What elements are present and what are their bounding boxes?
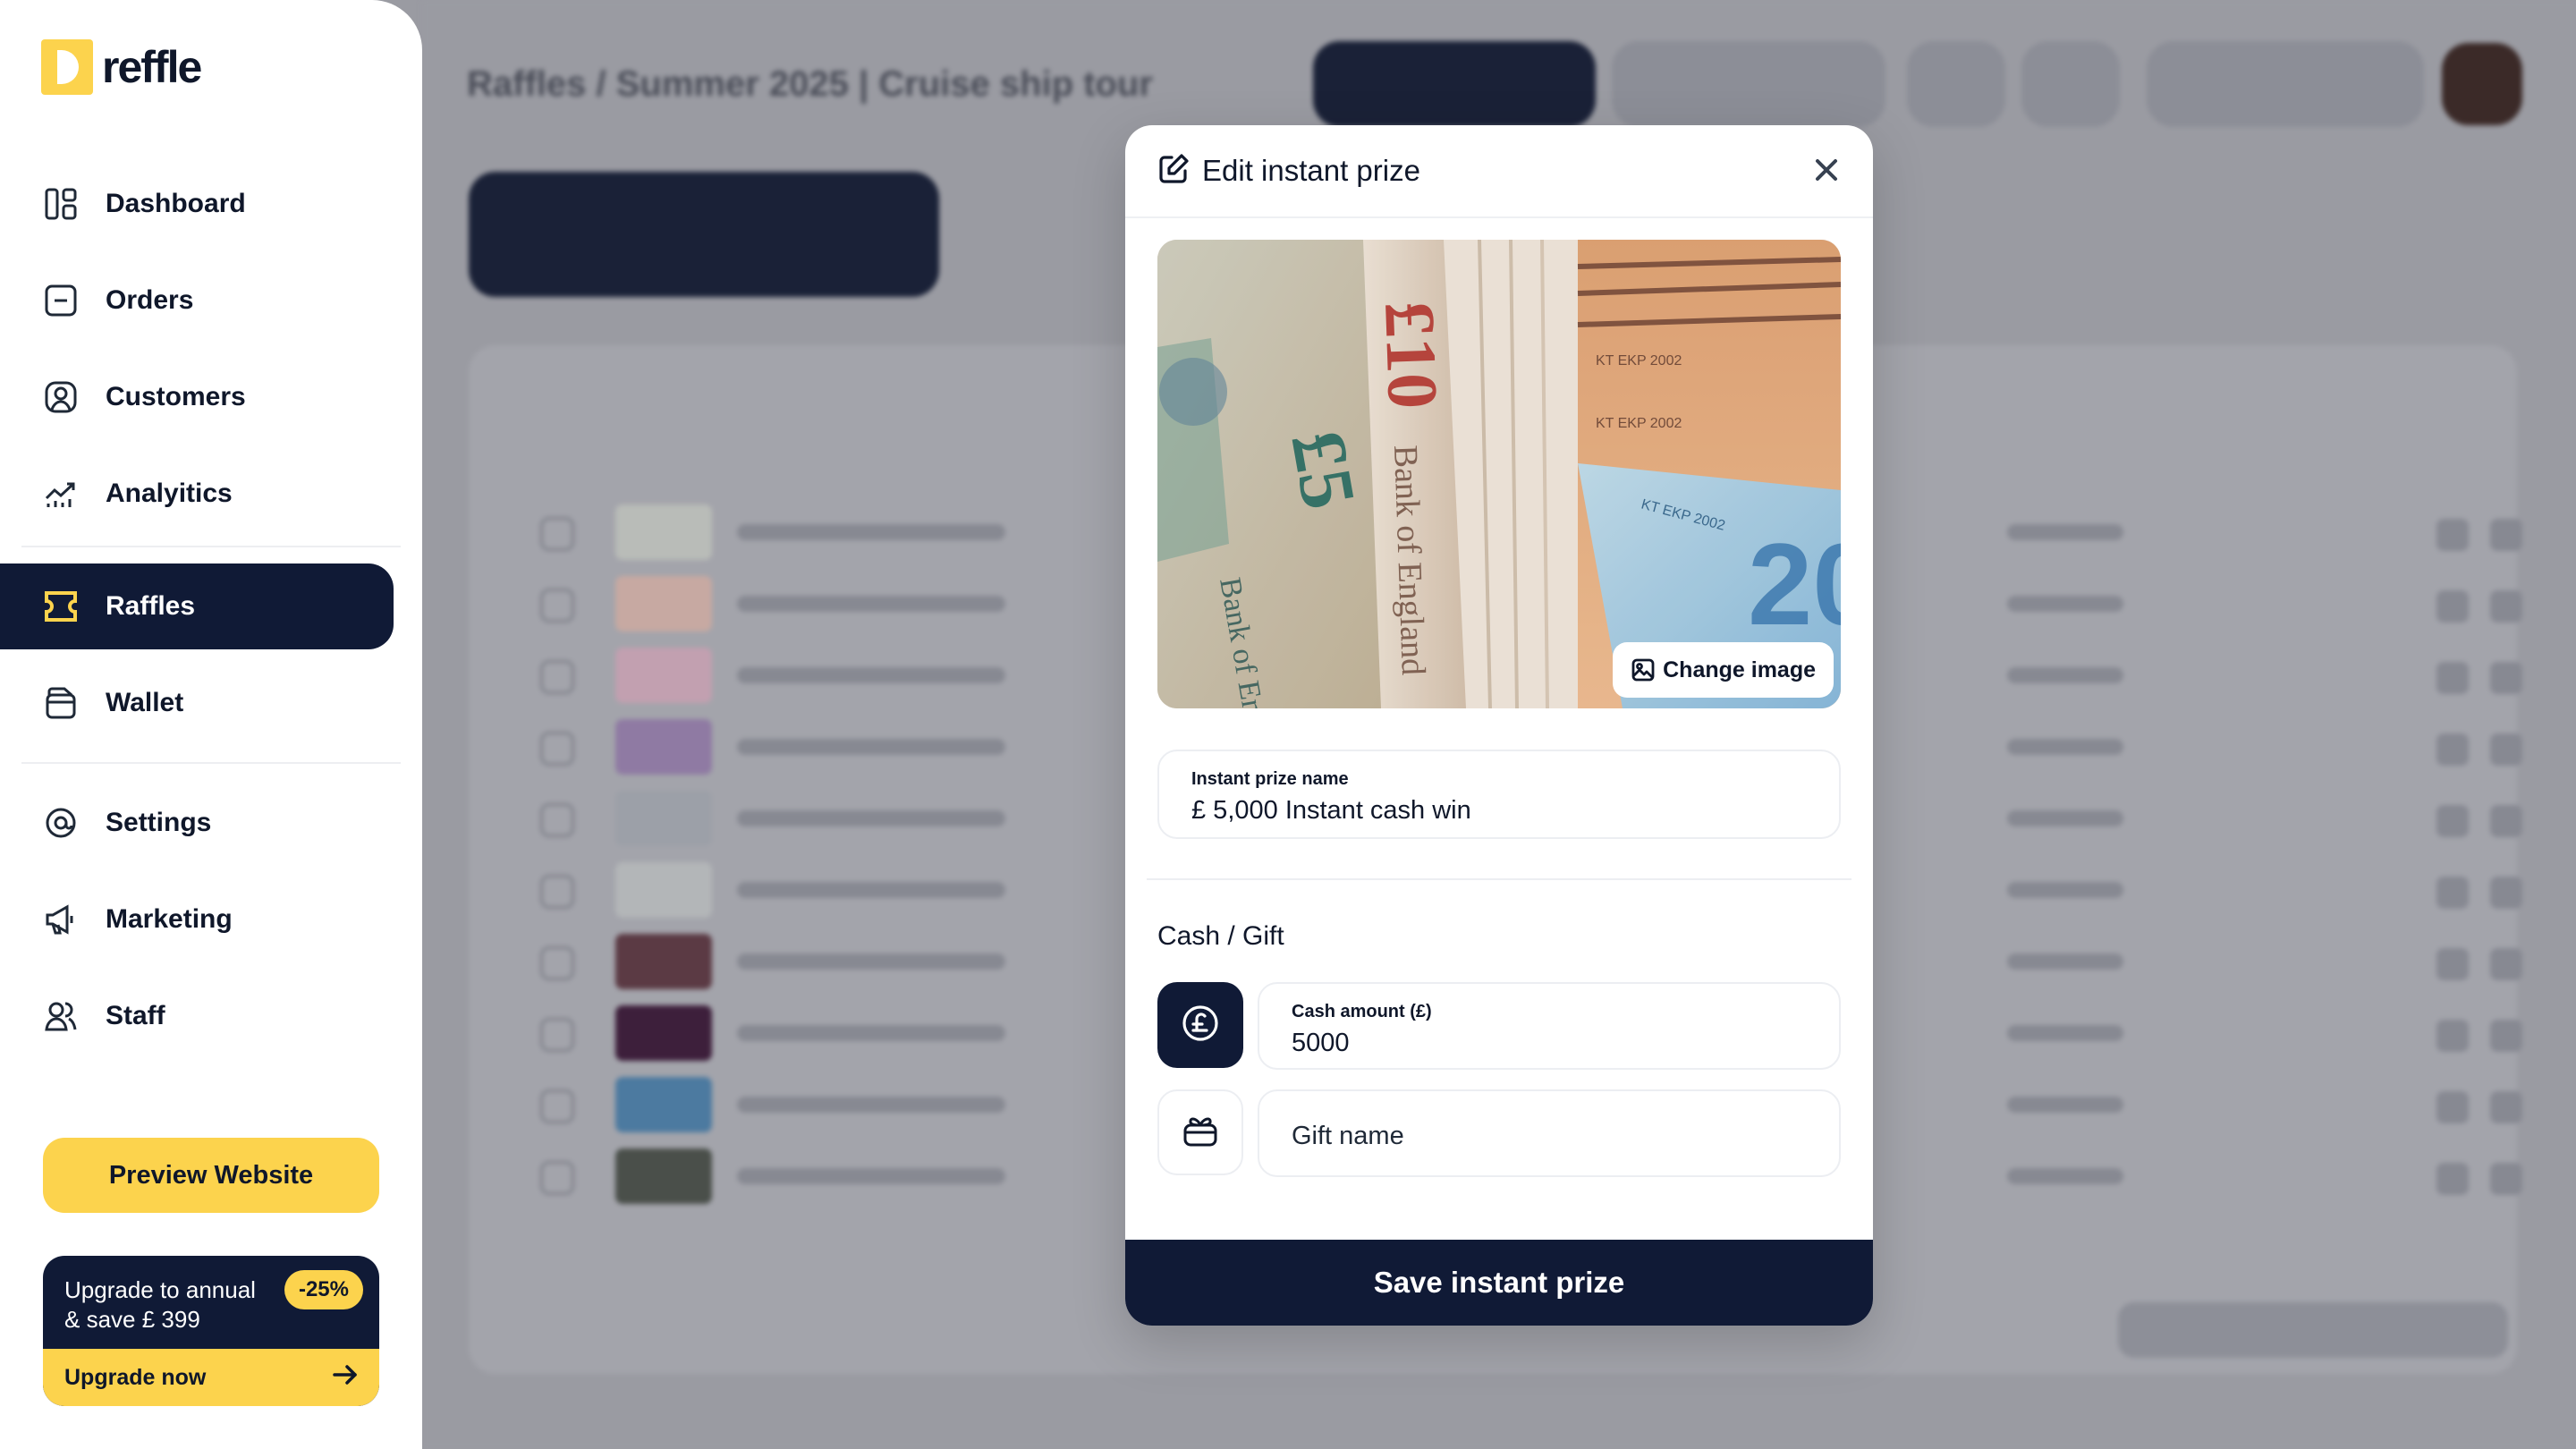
sidebar-item-label: Staff xyxy=(106,1001,165,1030)
cash-toggle-button[interactable] xyxy=(1157,982,1243,1068)
sidebar-item-marketing[interactable]: Marketing xyxy=(0,877,394,962)
upgrade-text: Upgrade to annual & save £ 399 xyxy=(64,1275,256,1335)
sidebar-item-label: Settings xyxy=(106,808,212,837)
modal-header: Edit instant prize xyxy=(1125,125,1873,218)
logo-text: reffle xyxy=(102,42,202,92)
gift-toggle-button[interactable] xyxy=(1157,1089,1243,1175)
dashboard-icon xyxy=(43,186,79,222)
discount-badge: -25% xyxy=(284,1270,363,1309)
close-button[interactable] xyxy=(1809,154,1844,190)
close-icon xyxy=(1814,157,1839,187)
orders-icon xyxy=(43,283,79,318)
upgrade-line-2: & save £ 399 xyxy=(64,1306,200,1333)
cash-gift-section-title: Cash / Gift xyxy=(1157,921,1284,951)
upgrade-card: Upgrade to annual & save £ 399 -25% Upgr… xyxy=(43,1256,379,1406)
sidebar-item-staff[interactable]: Staff xyxy=(0,973,394,1059)
section-divider xyxy=(1147,878,1852,880)
sidebar-item-customers[interactable]: Customers xyxy=(0,354,394,440)
sidebar-item-raffles[interactable]: Raffles xyxy=(0,564,394,649)
gift-name-field[interactable]: Gift name xyxy=(1258,1089,1841,1177)
cash-amount-label: Cash amount (£) xyxy=(1292,1002,1432,1021)
sidebar-item-label: Customers xyxy=(106,382,246,411)
sidebar-item-label: Marketing xyxy=(106,904,233,934)
change-image-button[interactable]: Change image xyxy=(1613,642,1834,698)
save-instant-prize-button[interactable]: Save instant prize xyxy=(1125,1240,1873,1326)
settings-icon xyxy=(43,805,79,841)
wallet-icon xyxy=(43,685,79,721)
gift-icon xyxy=(1181,1111,1220,1155)
staff-icon xyxy=(43,998,79,1034)
cash-amount-input[interactable]: 5000 xyxy=(1292,1029,1350,1058)
customers-icon xyxy=(43,379,79,415)
megaphone-icon xyxy=(43,902,79,937)
sidebar-item-orders[interactable]: Orders xyxy=(0,258,394,343)
edit-instant-prize-modal: Edit instant prize £5 Bank of England £1… xyxy=(1125,125,1873,1326)
nav-divider xyxy=(21,762,401,764)
background-breadcrumb: Raffles / Summer 2025 | Cruise ship tour xyxy=(467,64,1153,104)
logo-mark-icon xyxy=(41,39,93,95)
preview-website-button[interactable]: Preview Website xyxy=(43,1138,379,1213)
sidebar-item-analytics[interactable]: Analyitics xyxy=(0,451,394,537)
pound-coin-icon xyxy=(1181,1004,1220,1047)
prize-name-input[interactable]: £ 5,000 Instant cash win xyxy=(1191,796,1471,826)
upgrade-now-button[interactable]: Upgrade now xyxy=(43,1349,379,1406)
bg-toolbar-group xyxy=(2147,41,2424,127)
raffles-icon xyxy=(43,589,79,624)
prize-name-field[interactable]: Instant prize name £ 5,000 Instant cash … xyxy=(1157,750,1841,839)
prize-image: £5 Bank of England £10 Bank of England K… xyxy=(1157,240,1841,708)
logo[interactable]: reffle xyxy=(41,39,202,95)
prize-name-label: Instant prize name xyxy=(1191,769,1349,789)
bg-game-settings-tab xyxy=(1612,41,1885,127)
banknotes-image: £5 Bank of England £10 Bank of England K… xyxy=(1157,240,1841,708)
bg-toolbar-button xyxy=(1907,41,2005,127)
change-image-label: Change image xyxy=(1663,657,1816,682)
bg-instant-prizes-tab xyxy=(1313,41,1596,127)
sidebar-item-wallet[interactable]: Wallet xyxy=(0,660,394,746)
sidebar-item-label: Wallet xyxy=(106,688,184,717)
upgrade-now-label: Upgrade now xyxy=(64,1364,207,1390)
cash-amount-field[interactable]: Cash amount (£) 5000 xyxy=(1258,982,1841,1070)
bg-save-bar xyxy=(2118,1302,2508,1358)
sidebar-item-label: Dashboard xyxy=(106,189,246,218)
sidebar-item-label: Analyitics xyxy=(106,479,233,508)
sidebar-item-settings[interactable]: Settings xyxy=(0,780,394,866)
gift-name-input[interactable]: Gift name xyxy=(1292,1122,1404,1151)
sidebar-item-dashboard[interactable]: Dashboard xyxy=(0,161,394,247)
arrow-right-icon xyxy=(333,1364,358,1392)
avatar xyxy=(2442,43,2522,125)
bg-saved-prizes-card xyxy=(469,172,939,297)
sidebar-item-label: Raffles xyxy=(106,591,196,621)
image-icon xyxy=(1631,657,1656,682)
bg-toolbar-button xyxy=(2021,41,2120,127)
analytics-icon xyxy=(43,476,79,512)
edit-icon xyxy=(1157,153,1190,190)
nav-divider xyxy=(21,546,401,547)
sidebar: reffle Dashboard Orders Customers Analyi… xyxy=(0,0,422,1449)
sidebar-item-label: Orders xyxy=(106,285,194,315)
upgrade-line-1: Upgrade to annual xyxy=(64,1276,256,1303)
modal-title: Edit instant prize xyxy=(1202,154,1420,187)
